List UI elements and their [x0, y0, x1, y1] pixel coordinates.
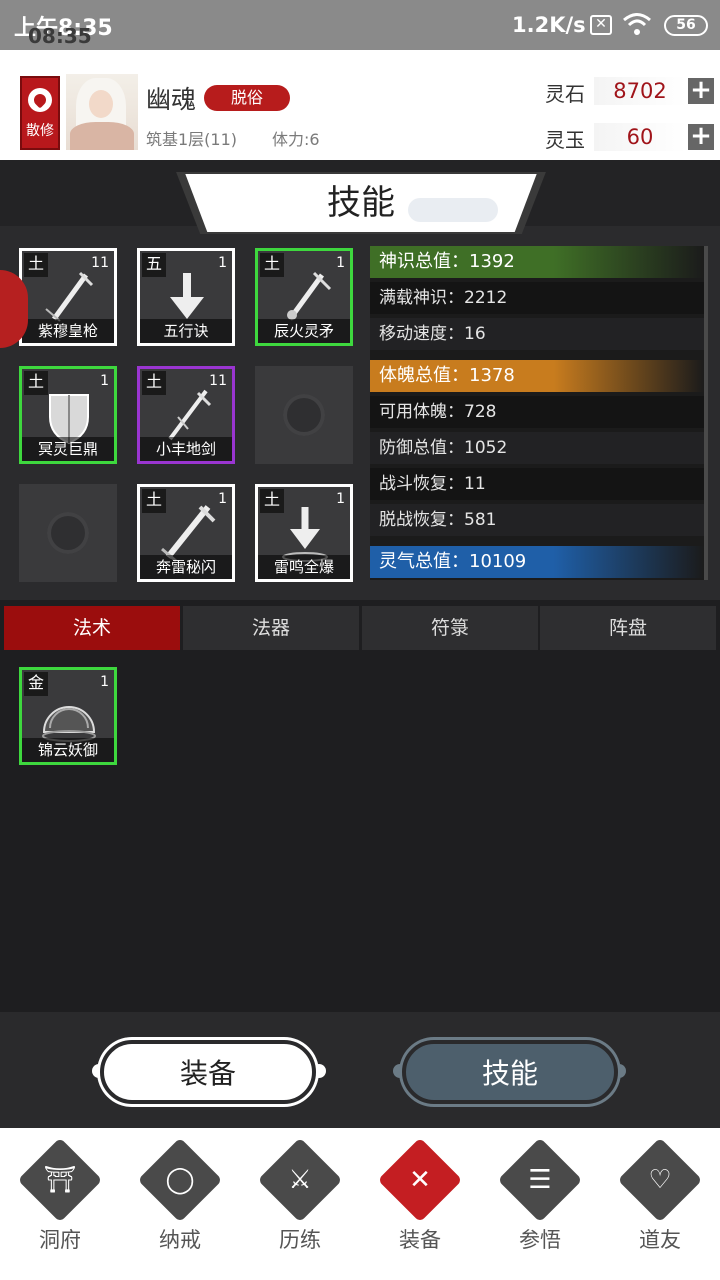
skill-name: 紫穆皇枪 [22, 319, 114, 343]
stats-scrollbar[interactable] [704, 246, 708, 580]
skill-button[interactable]: 技能 [402, 1040, 618, 1104]
nav-label: 装备 [399, 1228, 441, 1252]
skill-slot[interactable]: 土 1 辰火灵矛 [255, 248, 353, 346]
stat-row: 战斗恢复：11 [370, 468, 704, 500]
status-bar: 上午8:35 08:35 1.2K/s ✕ 56 [0, 0, 720, 50]
spirit-jade-label: 灵玉 [545, 128, 585, 152]
stat-row: 满载神识：2212 [370, 282, 704, 314]
tab-spells[interactable]: 法术 [4, 606, 180, 650]
crossed-swords-icon: ⚔ [288, 1165, 312, 1195]
nav-label: 道友 [639, 1228, 681, 1252]
stat-row: 脱战恢复：581 [370, 504, 704, 536]
skill-slot[interactable]: 土 1 雷鸣全爆 [255, 484, 353, 582]
skill-name: 雷鸣全爆 [258, 555, 350, 579]
nav-label: 历练 [279, 1228, 321, 1252]
nav-item[interactable]: ⚔ 历练 [240, 1137, 360, 1270]
skill-level: 1 [100, 674, 109, 690]
ring-icon: ◯ [165, 1165, 195, 1195]
nav-item[interactable]: ◯ 纳戒 [120, 1137, 240, 1270]
wifi-icon [623, 13, 651, 35]
skill-name: 奔雷秘闪 [140, 555, 232, 579]
spirit-stone-value: 8702 [594, 77, 686, 105]
nav-label: 洞府 [39, 1228, 81, 1252]
stat-header: 体魄总值：1378 [370, 360, 704, 392]
empty-skill-slot[interactable] [255, 366, 353, 464]
gate-icon: ⛩ [43, 1165, 77, 1195]
stamina-value: 体力:6 [272, 130, 320, 149]
nav-label: 纳戒 [159, 1228, 201, 1252]
skill-slot[interactable]: 土 11 小丰地剑 [137, 366, 235, 464]
skill-level: 1 [336, 255, 345, 271]
nav-item[interactable]: ♡ 道友 [600, 1137, 720, 1270]
skill-level: 1 [218, 491, 227, 507]
equip-button[interactable]: 装备 [100, 1040, 316, 1104]
tab-talismans[interactable]: 符箓 [362, 606, 538, 650]
realm-level: 筑基1层(11) [146, 130, 238, 149]
sect-badge[interactable]: 散修 [20, 76, 60, 150]
open-book-icon: ☰ [528, 1165, 552, 1195]
skill-name: 辰火灵矛 [258, 319, 350, 343]
empty-skill-slot[interactable] [19, 484, 117, 582]
stat-row: 可用体魄：728 [370, 396, 704, 428]
sim-off-icon: ✕ [590, 15, 612, 35]
nav-item[interactable]: ⛩ 洞府 [0, 1137, 120, 1270]
nav-item[interactable]: ✕ 装备 [360, 1137, 480, 1270]
skill-slot[interactable]: 五 1 五行诀 [137, 248, 235, 346]
rank-tag: 脱俗 [204, 85, 290, 111]
battery-icon: 56 [664, 15, 708, 36]
stat-row: 移动速度：16 [370, 318, 704, 350]
skill-name: 冥灵巨鼎 [22, 437, 114, 461]
spirit-jade-value: 60 [594, 123, 686, 151]
spirit-stone-label: 灵石 [545, 82, 585, 106]
avatar[interactable] [66, 74, 138, 150]
stat-header: 神识总值：1392 [370, 246, 704, 278]
stat-row: 防御总值：1052 [370, 432, 704, 464]
status-time-shadow: 08:35 [28, 24, 92, 48]
nav-item[interactable]: ☰ 参悟 [480, 1137, 600, 1270]
add-spirit-jade-button[interactable]: + [688, 123, 714, 150]
skill-name: 五行诀 [140, 319, 232, 343]
tab-formations[interactable]: 阵盘 [540, 606, 716, 650]
skill-level: 1 [336, 491, 345, 507]
lotus-icon [28, 88, 52, 112]
skill-name: 小丰地剑 [140, 437, 232, 461]
skill-level: 1 [100, 373, 109, 389]
stats-list[interactable]: 神识总值：1392 满载神识：2212 移动速度：16 体魄总值：1378 可用体魄：7… [370, 246, 708, 580]
skill-slot[interactable]: 土 11 紫穆皇枪 [19, 248, 117, 346]
tab-artifacts[interactable]: 法器 [183, 606, 359, 650]
skill-slot[interactable]: 土 1 奔雷秘闪 [137, 484, 235, 582]
spell-slot[interactable]: 金 1 锦云妖御 [19, 667, 117, 765]
skill-level: 1 [218, 255, 227, 271]
handshake-icon: ♡ [648, 1165, 672, 1195]
player-name: 幽魂 [146, 85, 197, 114]
skill-slot[interactable]: 土 1 冥灵巨鼎 [19, 366, 117, 464]
skill-name: 锦云妖御 [22, 738, 114, 762]
nav-label: 参悟 [519, 1228, 561, 1252]
sect-badge-label: 散修 [26, 123, 54, 139]
close-icon: ✕ [409, 1165, 431, 1195]
stat-header: 灵气总值：10109 [370, 546, 704, 578]
network-speed: 1.2K/s [512, 13, 586, 37]
add-spirit-stone-button[interactable]: + [688, 77, 714, 104]
cloud-ornament [408, 198, 498, 222]
